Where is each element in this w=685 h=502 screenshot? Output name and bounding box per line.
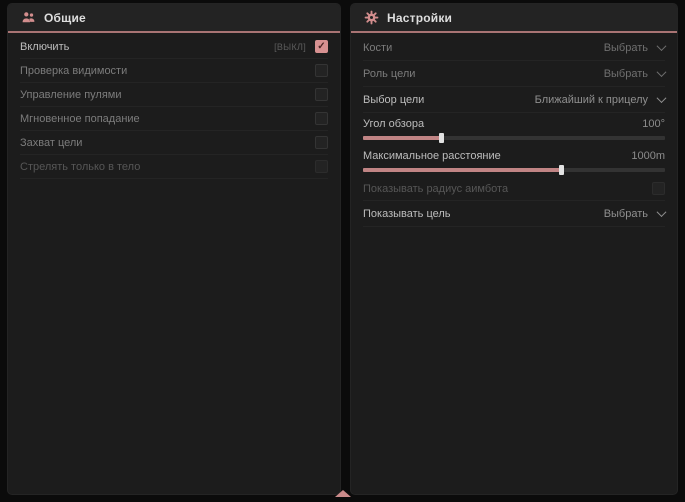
chevron-down-icon [657,93,667,103]
checkbox-target-lock[interactable]: ✓ [315,136,328,149]
setting-label: Показывать радиус аимбота [363,183,508,195]
setting-row-fov: Угол обзора 100° [363,113,665,145]
slider-value: 100° [642,118,665,130]
dropdown-value: Выбрать [604,42,648,54]
setting-row-show-target: Показывать цель Выбрать [363,201,665,227]
chevron-down-icon [657,207,667,217]
slider-handle[interactable] [439,133,444,143]
setting-label: Захват цели [20,137,82,149]
dropdown-value: Выбрать [604,68,648,80]
max-distance-slider[interactable] [363,168,665,172]
panel-settings-header: Настройки [351,4,677,33]
checkbox-body-only[interactable]: ✓ [315,160,328,173]
checkbox-bullet-control[interactable]: ✓ [315,88,328,101]
settings-rows: Кости Выбрать Роль цели Выбрать Выбор це… [351,33,677,229]
setting-row-instant-hit: Мгновенное попадание ✓ [20,107,328,131]
setting-label: Угол обзора [363,118,424,130]
target-selection-dropdown[interactable]: Ближайший к прицелу [535,94,665,106]
setting-row-bones: Кости Выбрать [363,35,665,61]
setting-label: Выбор цели [363,94,424,106]
slider-handle[interactable] [559,165,564,175]
target-role-dropdown[interactable]: Выбрать [604,68,665,80]
chevron-down-icon [657,67,667,77]
panel-general: Общие Включить [ВЫКЛ] ✓ Проверка видимос… [8,4,340,494]
dropdown-value: Ближайший к прицелу [535,94,648,106]
setting-label: Мгновенное попадание [20,113,140,125]
show-target-dropdown[interactable]: Выбрать [604,208,665,220]
setting-row-target-role: Роль цели Выбрать [363,61,665,87]
hotkey-state: [ВЫКЛ] [274,42,306,52]
setting-label: Показывать цель [363,208,451,220]
setting-row-visibility-check: Проверка видимости ✓ [20,59,328,83]
setting-label: Максимальное расстояние [363,150,501,162]
gear-icon [364,10,379,25]
setting-label: Кости [363,42,392,54]
setting-label: Проверка видимости [20,65,127,77]
setting-row-target-selection: Выбор цели Ближайший к прицелу [363,87,665,113]
setting-label: Роль цели [363,68,415,80]
checkbox-visibility-check[interactable]: ✓ [315,64,328,77]
checkbox-enable[interactable]: ✓ [315,40,328,53]
setting-row-bullet-control: Управление пулями ✓ [20,83,328,107]
panel-title: Общие [44,11,86,25]
checkbox-show-aimbot-radius[interactable]: ✓ [652,182,665,195]
scroll-up-indicator-icon[interactable] [335,490,351,497]
setting-row-enable: Включить [ВЫКЛ] ✓ [20,35,328,59]
setting-label: Управление пулями [20,89,122,101]
slider-value: 1000m [631,150,665,162]
chevron-down-icon [657,41,667,51]
setting-row-body-only: Стрелять только в тело ✓ [20,155,328,179]
checkbox-instant-hit[interactable]: ✓ [315,112,328,125]
bones-dropdown[interactable]: Выбрать [604,42,665,54]
slider-fill [363,168,562,172]
fov-slider[interactable] [363,136,665,140]
users-icon [21,10,36,25]
checkmark-icon: ✓ [317,42,325,52]
setting-label: Включить [20,41,69,53]
setting-row-show-aimbot-radius: Показывать радиус аимбота ✓ [363,177,665,201]
setting-label: Стрелять только в тело [20,161,140,173]
panel-general-header: Общие [8,4,340,33]
general-rows: Включить [ВЫКЛ] ✓ Проверка видимости ✓ У… [8,33,340,181]
slider-fill [363,136,442,140]
panel-title: Настройки [387,11,452,25]
setting-row-max-distance: Максимальное расстояние 1000m [363,145,665,177]
setting-row-target-lock: Захват цели ✓ [20,131,328,155]
dropdown-value: Выбрать [604,208,648,220]
panel-settings: Настройки Кости Выбрать Роль цели Выбрат… [351,4,677,494]
